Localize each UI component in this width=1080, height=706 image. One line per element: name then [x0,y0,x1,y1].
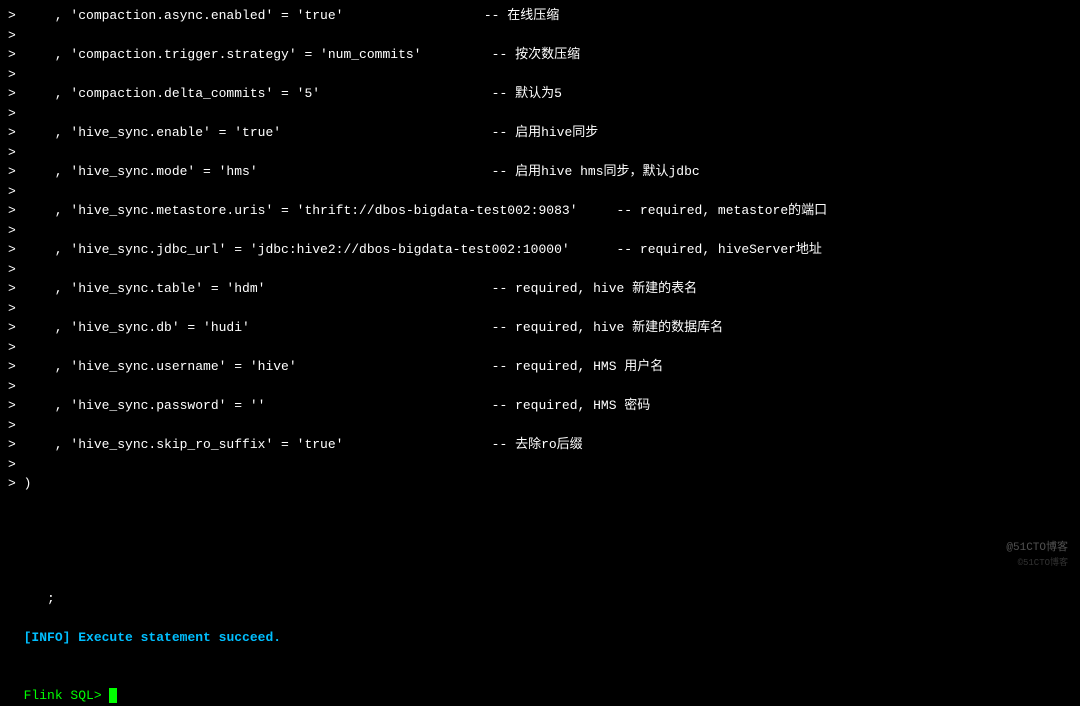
sql-line: > [8,182,1072,202]
info-label: [INFO] [24,630,71,645]
terminal-output: > , 'compaction.async.enabled' = 'true' … [8,6,1072,494]
sql-line: > [8,299,1072,319]
sql-line: > [8,65,1072,85]
sql-line: > , 'hive_sync.metastore.uris' = 'thrift… [8,201,1072,221]
sql-line: > , 'compaction.trigger.strategy' = 'num… [8,45,1072,65]
semicolon-line: ; [8,589,1072,609]
sql-line: > , 'compaction.delta_commits' = '5' -- … [8,84,1072,104]
flink-prompt-line[interactable]: Flink SQL> [8,667,1072,706]
flink-prompt: Flink SQL> [24,688,110,703]
sql-line: > ) [8,474,1072,494]
sql-line: > [8,377,1072,397]
sql-line: > , 'hive_sync.table' = 'hdm' -- require… [8,279,1072,299]
info-line: [INFO] Execute statement succeed. [8,608,1072,647]
info-message: Execute statement succeed. [70,630,281,645]
sql-line: > , 'hive_sync.skip_ro_suffix' = 'true' … [8,435,1072,455]
sql-line: > [8,416,1072,436]
watermark: @51CTO博客 [1006,540,1068,557]
sql-line: > , 'hive_sync.username' = 'hive' -- req… [8,357,1072,377]
sql-line: > , 'hive_sync.db' = 'hudi' -- required,… [8,318,1072,338]
sql-line: > , 'hive_sync.mode' = 'hms' -- 启用hive h… [8,162,1072,182]
watermark-sub: ©51CTO博客 [1018,557,1068,571]
sql-line: > [8,260,1072,280]
sql-line: > [8,338,1072,358]
sql-line: > [8,221,1072,241]
sql-line: > [8,143,1072,163]
sql-line: > [8,104,1072,124]
sql-line: > [8,455,1072,475]
sql-line: > [8,26,1072,46]
cursor [109,688,117,703]
terminal-spacer [8,494,1072,589]
empty-line [8,647,1072,667]
sql-line: > , 'hive_sync.password' = '' -- require… [8,396,1072,416]
sql-line: > , 'hive_sync.jdbc_url' = 'jdbc:hive2:/… [8,240,1072,260]
sql-line: > , 'hive_sync.enable' = 'true' -- 启用hiv… [8,123,1072,143]
sql-line: > , 'compaction.async.enabled' = 'true' … [8,6,1072,26]
